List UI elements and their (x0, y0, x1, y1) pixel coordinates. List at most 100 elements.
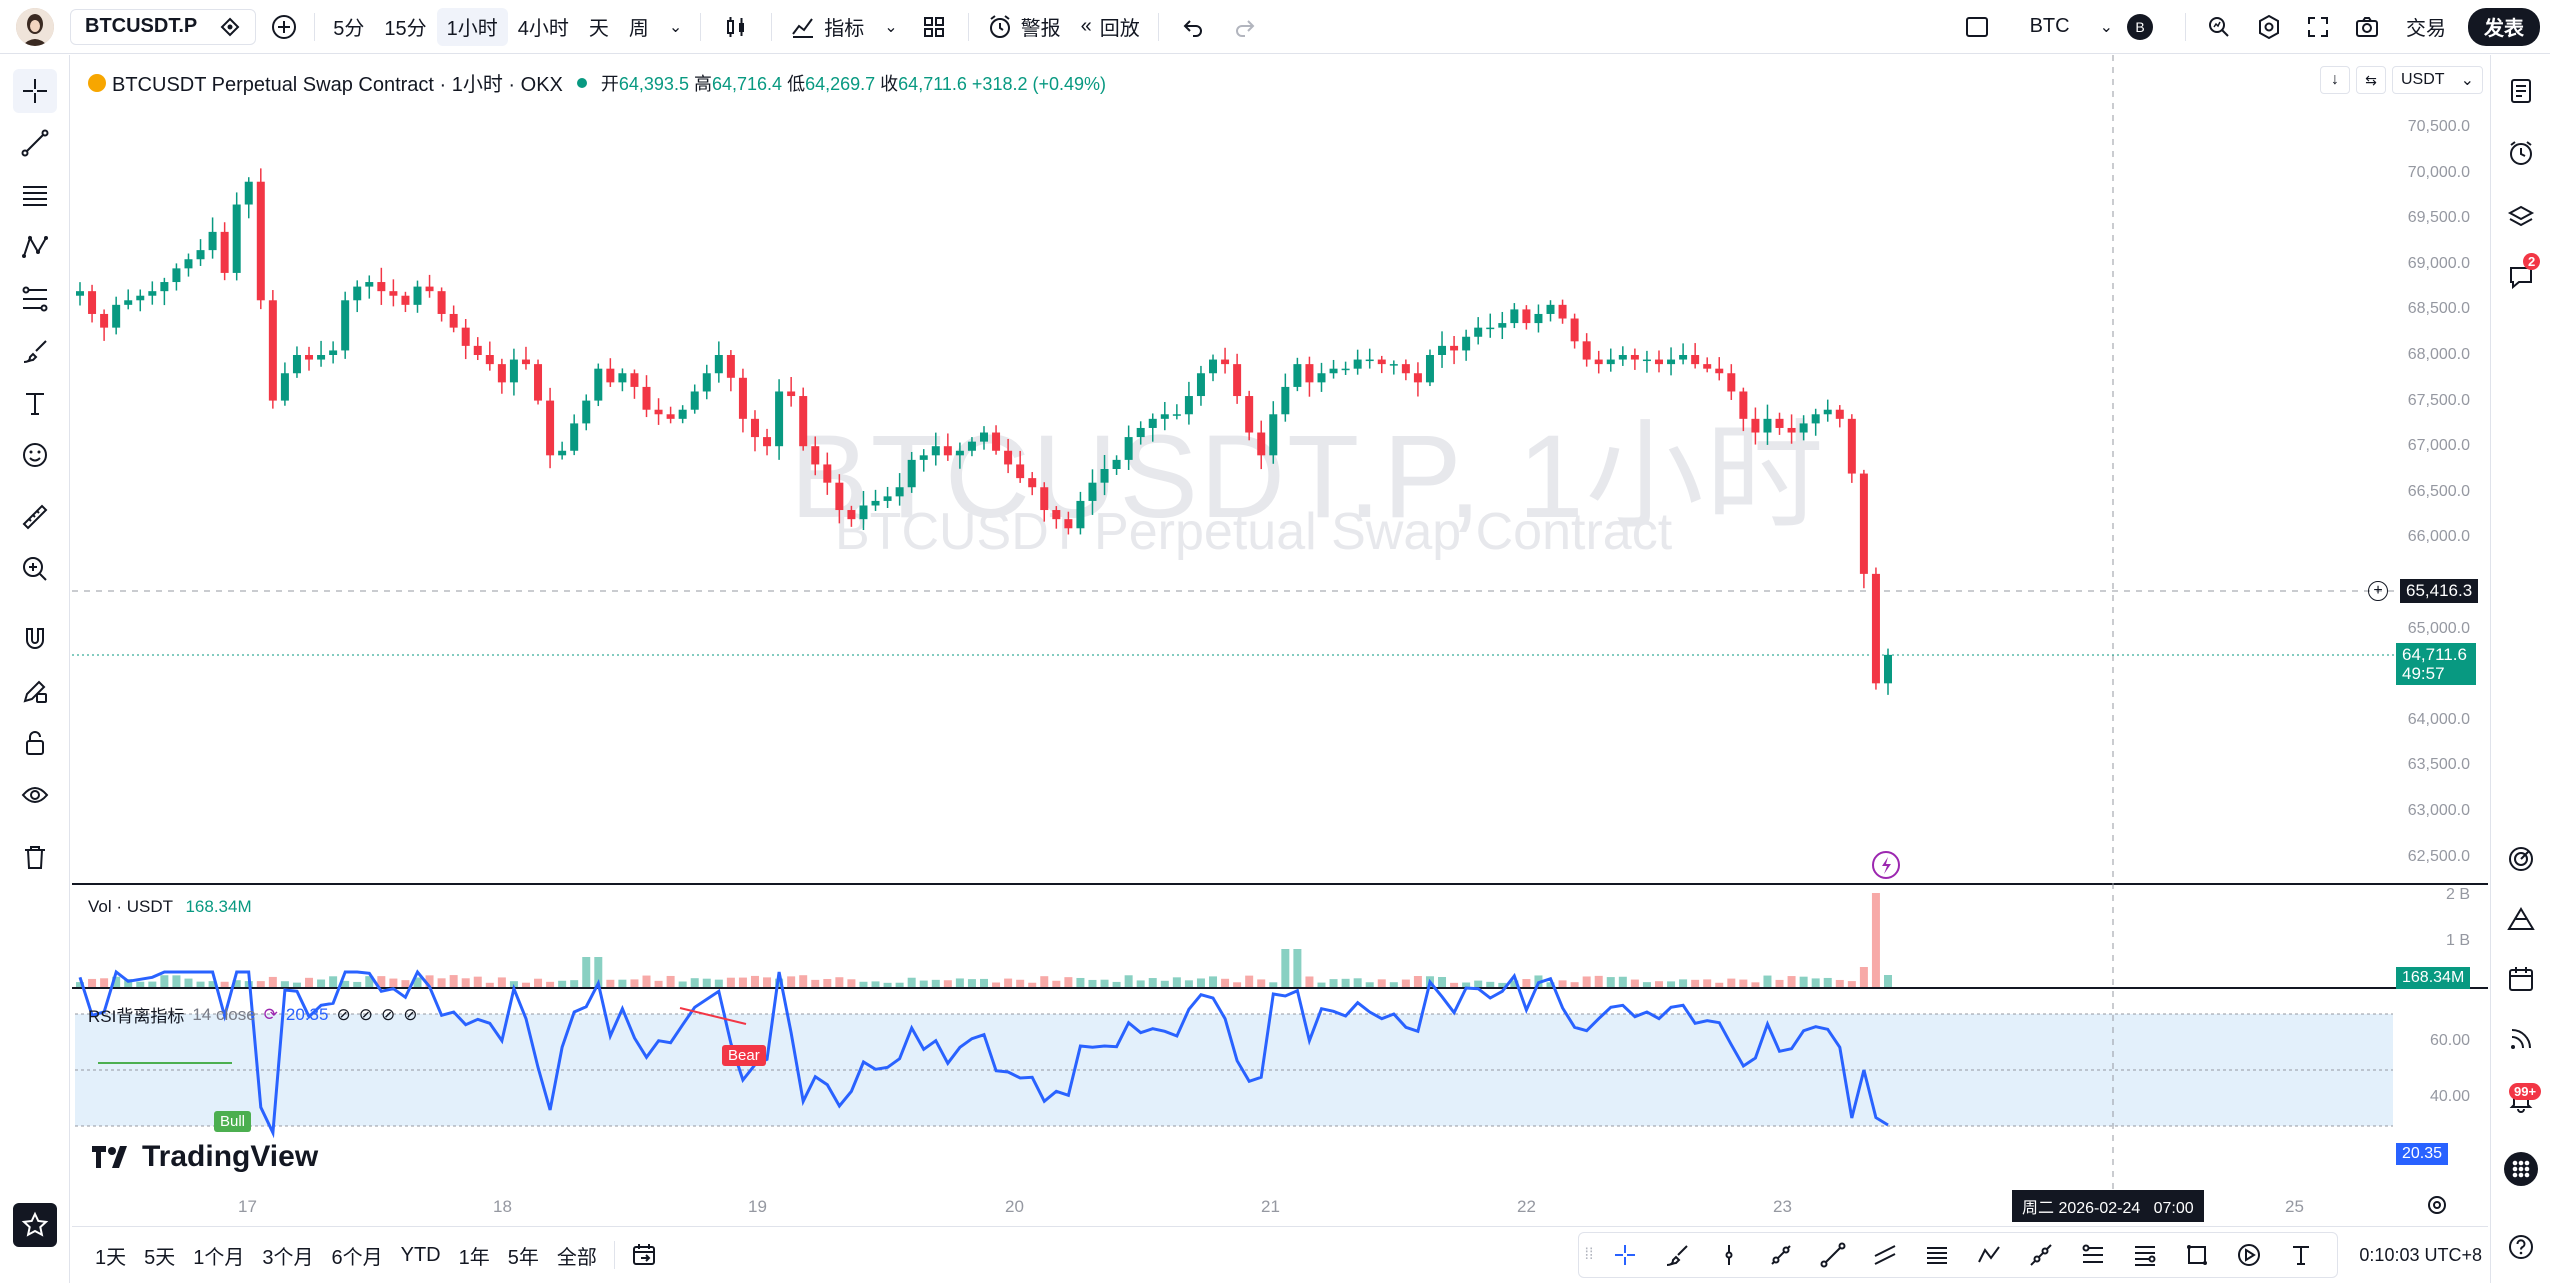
currency-selector[interactable]: USDT ⌄ (2392, 66, 2483, 94)
crosshair-tool-icon[interactable] (1599, 1242, 1651, 1268)
add-alert-plus-icon[interactable]: + (2368, 581, 2388, 601)
vertical-line-tool-icon[interactable] (1703, 1242, 1755, 1268)
settings-icon[interactable] (2256, 14, 2282, 40)
range-5y[interactable]: 5年 (499, 1241, 548, 1270)
interval-4h[interactable]: 4小时 (508, 8, 579, 46)
watchlist-icon[interactable] (2499, 69, 2543, 113)
change-value: +318.2 (+0.49%) (971, 73, 1107, 94)
fib-retracement-icon[interactable] (13, 277, 57, 321)
layers-icon[interactable] (2499, 195, 2543, 239)
candle-body (1691, 355, 1700, 365)
interval-1w[interactable]: 周 (619, 8, 659, 46)
arrow-down-icon[interactable]: ↓ (2320, 66, 2350, 94)
chevron-down-icon[interactable]: ⌄ (884, 17, 897, 37)
fib-tool-icon[interactable] (2067, 1242, 2119, 1268)
crosshair-icon[interactable] (13, 69, 57, 113)
tradingview-logo[interactable]: TradingView (92, 1140, 318, 1174)
camera-icon[interactable] (2354, 14, 2380, 40)
candle-body (76, 291, 84, 296)
replay-button[interactable]: « 回放 (1071, 8, 1150, 46)
help-icon[interactable] (2499, 1225, 2543, 1269)
alerts-clock-icon[interactable] (2499, 131, 2543, 175)
text-icon[interactable] (13, 381, 57, 425)
magnet-icon[interactable] (13, 617, 57, 661)
parallel-channel-tool-icon[interactable] (1859, 1242, 1911, 1268)
publish-button[interactable]: 发表 (2468, 7, 2540, 46)
clock-timezone[interactable]: 0:10:03 UTC+8 (2359, 1245, 2482, 1266)
redo-icon[interactable] (1233, 15, 1257, 39)
trend-line-icon[interactable] (13, 121, 57, 165)
candle-body (1341, 368, 1350, 371)
range-5d[interactable]: 5天 (135, 1241, 184, 1270)
path-tool-icon[interactable] (1963, 1242, 2015, 1268)
interval-1d[interactable]: 天 (579, 8, 619, 46)
text-tool-icon[interactable] (2275, 1242, 2327, 1268)
eye-icon[interactable] (13, 773, 57, 817)
trash-icon[interactable] (13, 835, 57, 879)
range-3m[interactable]: 3个月 (253, 1241, 322, 1270)
range-6m[interactable]: 6个月 (323, 1241, 392, 1270)
goto-date-icon[interactable] (631, 1242, 657, 1268)
range-ytd[interactable]: YTD (392, 1244, 450, 1267)
drag-handle-icon[interactable]: ⁞⁞ (1579, 1246, 1599, 1264)
scan-icon[interactable] (2206, 14, 2232, 40)
layout-grid-icon[interactable] (922, 15, 946, 39)
fullscreen-icon[interactable] (2306, 15, 2330, 39)
brush-tool-icon[interactable] (1651, 1242, 1703, 1268)
settings-gear-icon[interactable] (2426, 1194, 2448, 1222)
layout-square-icon[interactable] (1964, 14, 1990, 40)
hlines-tool-icon[interactable] (1911, 1242, 1963, 1268)
volume-bar (750, 975, 759, 987)
range-1y[interactable]: 1年 (450, 1241, 499, 1270)
target-icon[interactable] (2499, 837, 2543, 881)
rectangle-tool-icon[interactable] (2171, 1242, 2223, 1268)
ruler-icon[interactable] (13, 495, 57, 539)
extended-line-tool-icon[interactable] (2015, 1242, 2067, 1268)
user-avatar[interactable] (16, 7, 54, 46)
auto-scale-icon[interactable]: ⇆ (2356, 66, 2386, 94)
symbol-search-button[interactable]: BTCUSDT.P (70, 8, 257, 45)
lock-drawing-pencil-icon[interactable] (13, 669, 57, 713)
volume-bar (726, 977, 735, 987)
range-all[interactable]: 全部 (548, 1241, 606, 1270)
play-replay-tool-icon[interactable] (2223, 1242, 2275, 1268)
ray-tool-icon[interactable] (1755, 1242, 1807, 1268)
volume-bar (570, 980, 579, 987)
candle-body (1534, 313, 1543, 324)
diamond-icon[interactable] (219, 16, 241, 38)
candles-icon[interactable] (723, 14, 749, 40)
pattern-icon[interactable] (13, 225, 57, 269)
range-1d[interactable]: 1天 (86, 1241, 135, 1270)
refresh-icon[interactable]: ⟳ (264, 1005, 278, 1025)
candle-body (1317, 373, 1326, 383)
range-1m[interactable]: 1个月 (184, 1241, 253, 1270)
compare-add-icon[interactable] (270, 13, 298, 41)
pyramid-icon[interactable] (2499, 897, 2543, 941)
price-chart[interactable] (72, 55, 2488, 1225)
interval-15m[interactable]: 15分 (374, 8, 436, 46)
brush-icon[interactable] (13, 329, 57, 373)
alert-button[interactable]: 警报 (977, 8, 1071, 46)
interval-1h[interactable]: 1小时 (436, 7, 508, 46)
interval-5m[interactable]: 5分 (323, 8, 374, 46)
apps-grid-icon[interactable] (2499, 1147, 2543, 1191)
indicators-button[interactable]: 指标 (780, 8, 874, 46)
lock-icon[interactable] (13, 721, 57, 765)
feed-icon[interactable] (2499, 1017, 2543, 1061)
fib-extension-tool-icon[interactable] (2119, 1242, 2171, 1268)
rsi-title: RSI背离指标 (88, 1007, 185, 1026)
close-value: 64,711.6 (898, 73, 967, 94)
horizontal-lines-icon[interactable] (13, 173, 57, 217)
volume-bar (1064, 977, 1073, 987)
trade-button[interactable]: 交易 (2396, 8, 2456, 46)
candle-countdown: 49:57 (2402, 664, 2445, 683)
chevron-down-icon[interactable]: ⌄ (669, 17, 682, 37)
asset-selector[interactable]: BTC ⌄ (2020, 8, 2123, 46)
trend-line-tool-icon[interactable] (1807, 1242, 1859, 1268)
favorites-star-icon[interactable] (13, 1203, 57, 1247)
emoji-icon[interactable] (13, 433, 57, 477)
undo-icon[interactable] (1181, 15, 1205, 39)
calendar-icon[interactable] (2499, 957, 2543, 1001)
legend-title[interactable]: BTCUSDT Perpetual Swap Contract · 1小时 · … (112, 68, 563, 97)
zoom-in-icon[interactable] (13, 547, 57, 591)
